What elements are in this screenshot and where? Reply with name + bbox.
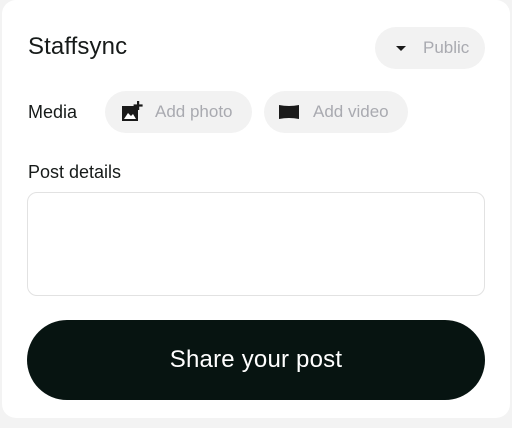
add-photo-label: Add photo — [155, 102, 233, 121]
add-photo-button[interactable]: Add photo — [105, 91, 252, 133]
visibility-dropdown[interactable]: Public — [375, 27, 485, 69]
add-video-button[interactable]: Add video — [264, 91, 408, 133]
add-video-label: Add video — [313, 102, 389, 121]
share-post-button[interactable]: Share your post — [27, 320, 485, 400]
post-composer-card: Staffsync Public Media Add photo Add vid… — [2, 0, 510, 418]
post-details-label: Post details — [28, 162, 122, 182]
brand-name: Staffsync — [28, 33, 128, 60]
add-photo-icon — [122, 101, 143, 121]
visibility-label: Public — [423, 38, 470, 57]
media-label: Media — [28, 102, 78, 122]
video-icon — [279, 105, 299, 119]
caret-down-icon — [396, 46, 406, 51]
post-details-input[interactable] — [27, 192, 485, 296]
